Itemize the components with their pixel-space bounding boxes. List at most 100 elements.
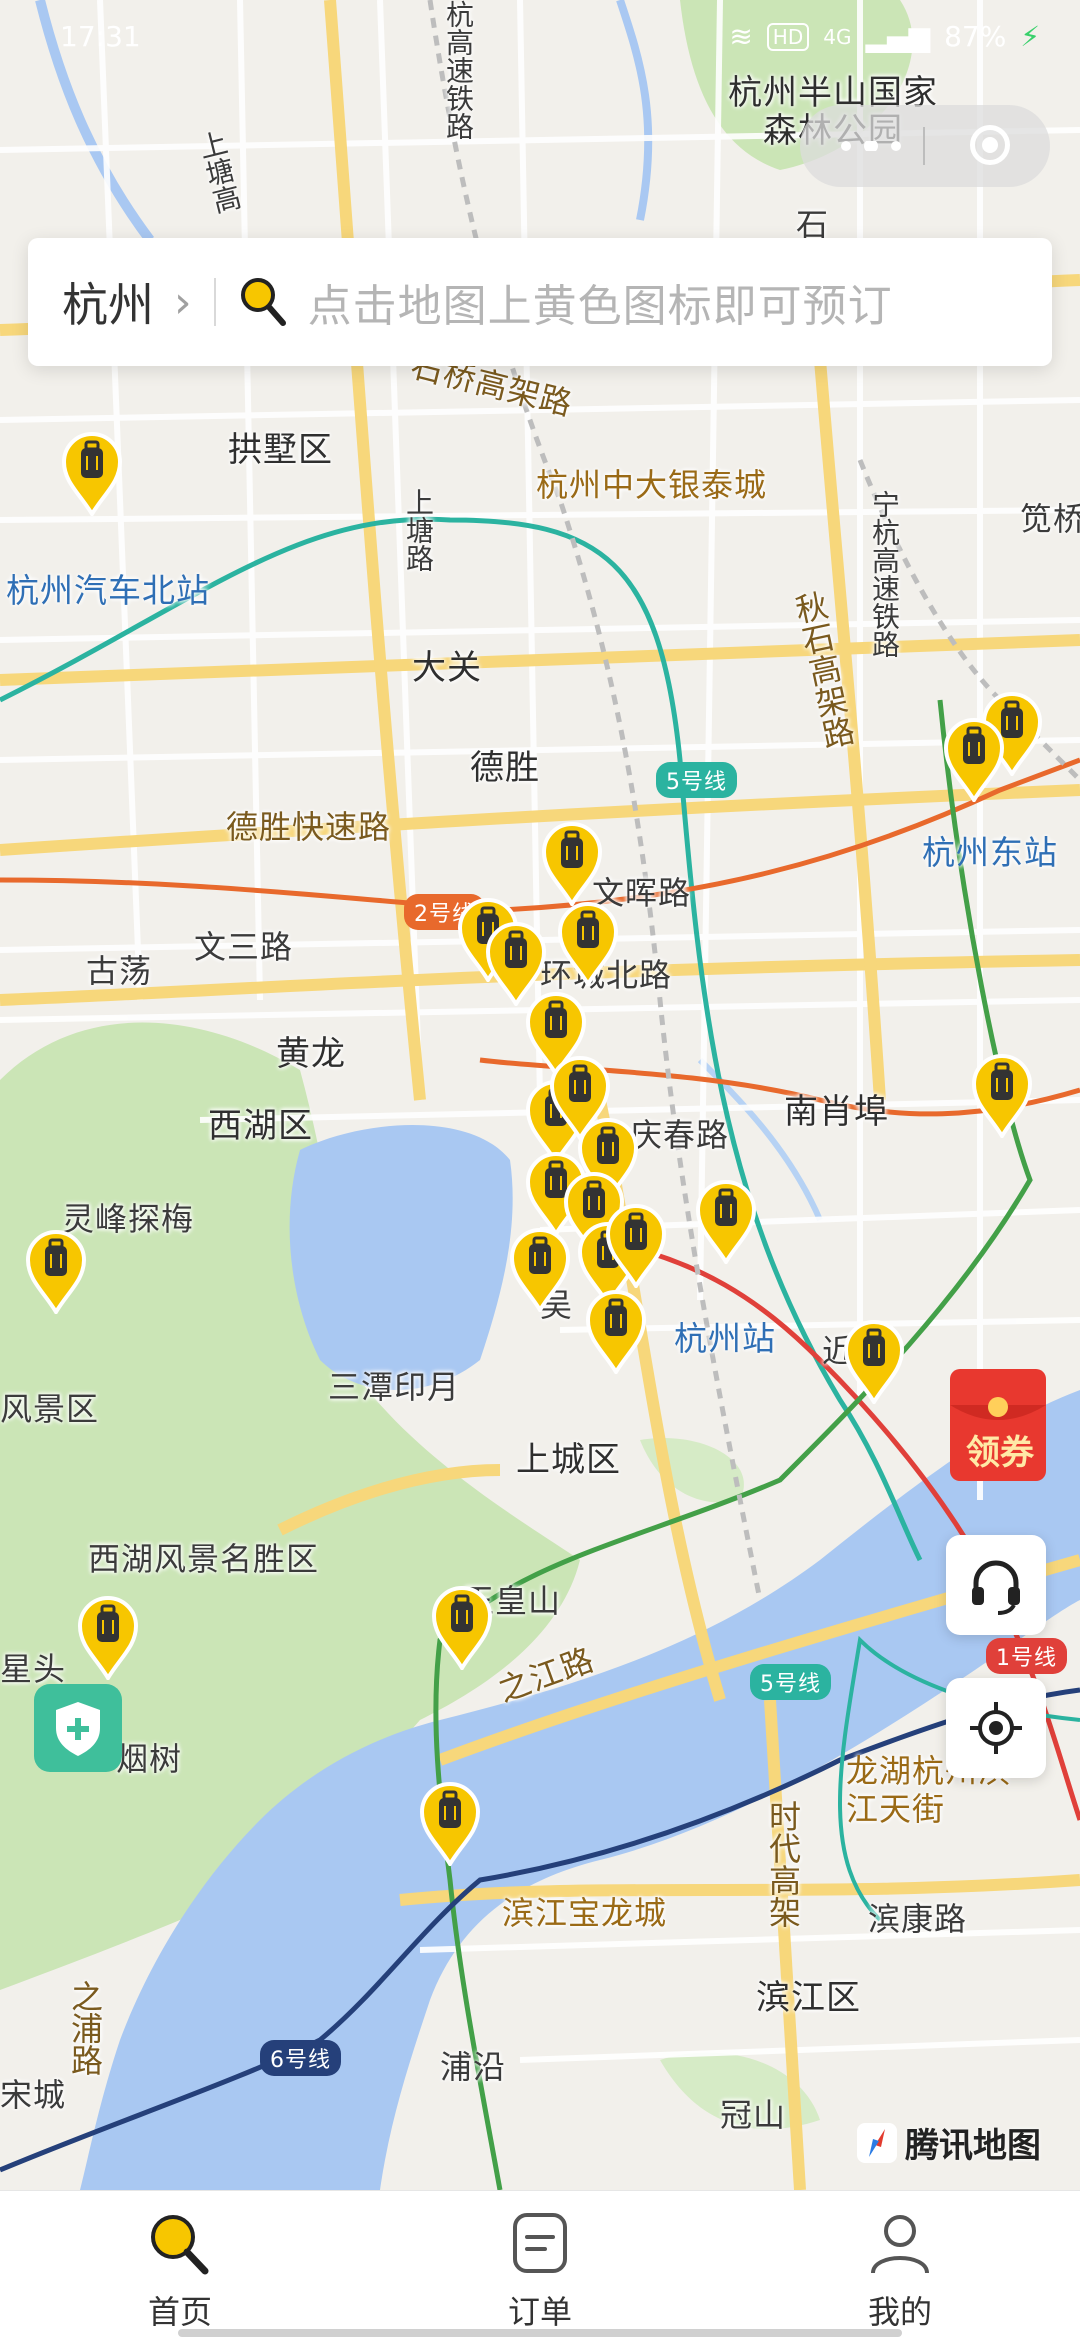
network-label: 4G — [823, 24, 852, 49]
more-icon[interactable] — [836, 141, 906, 151]
charging-icon: ⚡ — [1020, 20, 1040, 53]
luggage-pin[interactable] — [508, 1226, 572, 1314]
tab-orders[interactable]: 订单 — [440, 2209, 640, 2333]
search-placeholder[interactable]: 点击地图上黄色图标即可预订 — [308, 270, 893, 334]
luggage-icon — [943, 718, 1005, 804]
tab-orders-label: 订单 — [507, 2293, 572, 2331]
luggage-icon — [25, 1230, 87, 1316]
map-label: 黄龙 — [276, 1034, 346, 1074]
map-label: 滨江区 — [756, 1978, 861, 2018]
luggage-pin[interactable] — [76, 1594, 140, 1682]
luggage-pin[interactable] — [604, 1202, 668, 1290]
search-icon — [151, 2215, 209, 2275]
map-label: 之浦路 — [66, 1980, 104, 2076]
wifi-icon: ≋ — [729, 20, 753, 53]
close-miniprogram-icon[interactable] — [970, 125, 1010, 165]
map-label: 滨江宝龙城 — [502, 1894, 668, 1932]
luggage-icon — [605, 1204, 667, 1290]
luggage-icon — [61, 432, 123, 518]
luggage-pin[interactable] — [842, 1318, 906, 1406]
map-label: 拱墅区 — [228, 430, 333, 470]
map-label: 时代高架 — [764, 1800, 802, 1928]
luggage-icon — [431, 1586, 493, 1672]
map-label: 冠山 — [720, 2096, 787, 2134]
map-label: 德胜快速路 — [226, 808, 392, 846]
user-icon — [871, 2215, 929, 2274]
luggage-pin[interactable] — [942, 716, 1006, 804]
map-label: 风景区 — [0, 1390, 100, 1428]
luggage-pin[interactable] — [970, 1052, 1034, 1140]
luggage-icon — [509, 1228, 571, 1314]
luggage-icon — [557, 902, 619, 988]
map-label: 文三路 — [194, 928, 294, 966]
metro-badge: 1号线 — [986, 1638, 1067, 1674]
locate-button[interactable] — [946, 1678, 1046, 1778]
map-label: 庆春路 — [630, 1116, 730, 1154]
metro-badge: 5号线 — [656, 762, 737, 798]
map-label: 宁杭高速铁路 — [868, 490, 901, 658]
luggage-pin[interactable] — [430, 1584, 494, 1672]
city-selector[interactable]: 杭州 — [62, 269, 154, 335]
search-bar[interactable]: 杭州 › 点击地图上黄色图标即可预订 — [28, 238, 1052, 366]
map-label: 德胜 — [470, 748, 540, 788]
map-label: 杭州站 — [674, 1319, 776, 1358]
luggage-icon — [843, 1320, 905, 1406]
luggage-icon — [77, 1596, 139, 1682]
map-label: 上塘路 — [402, 488, 435, 572]
map-label: 杭州汽车北站 — [6, 571, 210, 610]
tab-profile-label: 我的 — [867, 2293, 932, 2331]
customer-service-button[interactable] — [946, 1535, 1046, 1635]
luggage-pin[interactable] — [24, 1228, 88, 1316]
luggage-icon — [541, 822, 603, 908]
map-label: 上城区 — [516, 1440, 621, 1480]
tab-bar: 首页 订单 我的 — [0, 2190, 1080, 2341]
miniprogram-capsule — [800, 105, 1050, 187]
crosshair-icon — [970, 1702, 1022, 1754]
home-indicator — [178, 2329, 902, 2337]
map-label: 西湖区 — [208, 1106, 313, 1146]
status-time: 17:31 — [60, 20, 141, 53]
map-label: 杭州中大银泰城 — [536, 466, 768, 504]
capsule-divider — [923, 127, 925, 165]
map-label: 烟树 — [116, 1740, 183, 1778]
metro-badge: 6号线 — [260, 2040, 341, 2076]
map-label: 古荡 — [86, 952, 153, 990]
headset-icon — [972, 1560, 1020, 1615]
coupon-button[interactable]: 领券 — [946, 1365, 1056, 1485]
luggage-icon — [585, 1290, 647, 1376]
safety-button[interactable] — [34, 1684, 122, 1772]
map-label: 三潭印月 — [328, 1368, 461, 1406]
map-label: 大关 — [412, 648, 482, 688]
luggage-icon — [971, 1054, 1033, 1140]
signal-icon: ▂▄▆ — [865, 20, 931, 53]
luggage-pin[interactable] — [584, 1288, 648, 1376]
map-label: 宋城 — [0, 2076, 67, 2114]
map-attribution: 腾讯地图 — [855, 2118, 1041, 2167]
shield-icon — [56, 1702, 100, 1756]
map-label: 滨康路 — [868, 1900, 968, 1938]
luggage-icon — [419, 1782, 481, 1868]
compass-icon — [857, 2122, 897, 2163]
metro-badge: 5号线 — [750, 1664, 831, 1700]
map-label: 笕桥 — [1020, 500, 1080, 538]
luggage-pin[interactable] — [60, 430, 124, 518]
tab-home[interactable]: 首页 — [80, 2209, 280, 2333]
search-divider — [213, 278, 216, 326]
luggage-pin[interactable] — [694, 1178, 758, 1266]
battery-percent: 87% — [944, 20, 1007, 53]
luggage-pin[interactable] — [418, 1780, 482, 1868]
tab-profile[interactable]: 我的 — [800, 2209, 1000, 2333]
map-label: 浦沿 — [440, 2048, 507, 2086]
luggage-pin[interactable] — [540, 820, 604, 908]
attribution-text: 腾讯地图 — [905, 2126, 1041, 2166]
status-bar: 17:31 ≋ HD 4G ▂▄▆ 87% ⚡ — [0, 0, 1080, 80]
hd-badge: HD — [766, 22, 810, 51]
luggage-icon — [695, 1180, 757, 1266]
map-label: 西湖风景名胜区 — [88, 1540, 320, 1578]
map-label: 杭州东站 — [922, 833, 1058, 872]
luggage-pin[interactable] — [556, 900, 620, 988]
chevron-right-icon[interactable]: › — [174, 277, 192, 328]
tab-home-label: 首页 — [147, 2293, 212, 2331]
coupon-label: 领券 — [966, 1433, 1034, 1473]
map-label: 南肖埠 — [784, 1092, 889, 1132]
